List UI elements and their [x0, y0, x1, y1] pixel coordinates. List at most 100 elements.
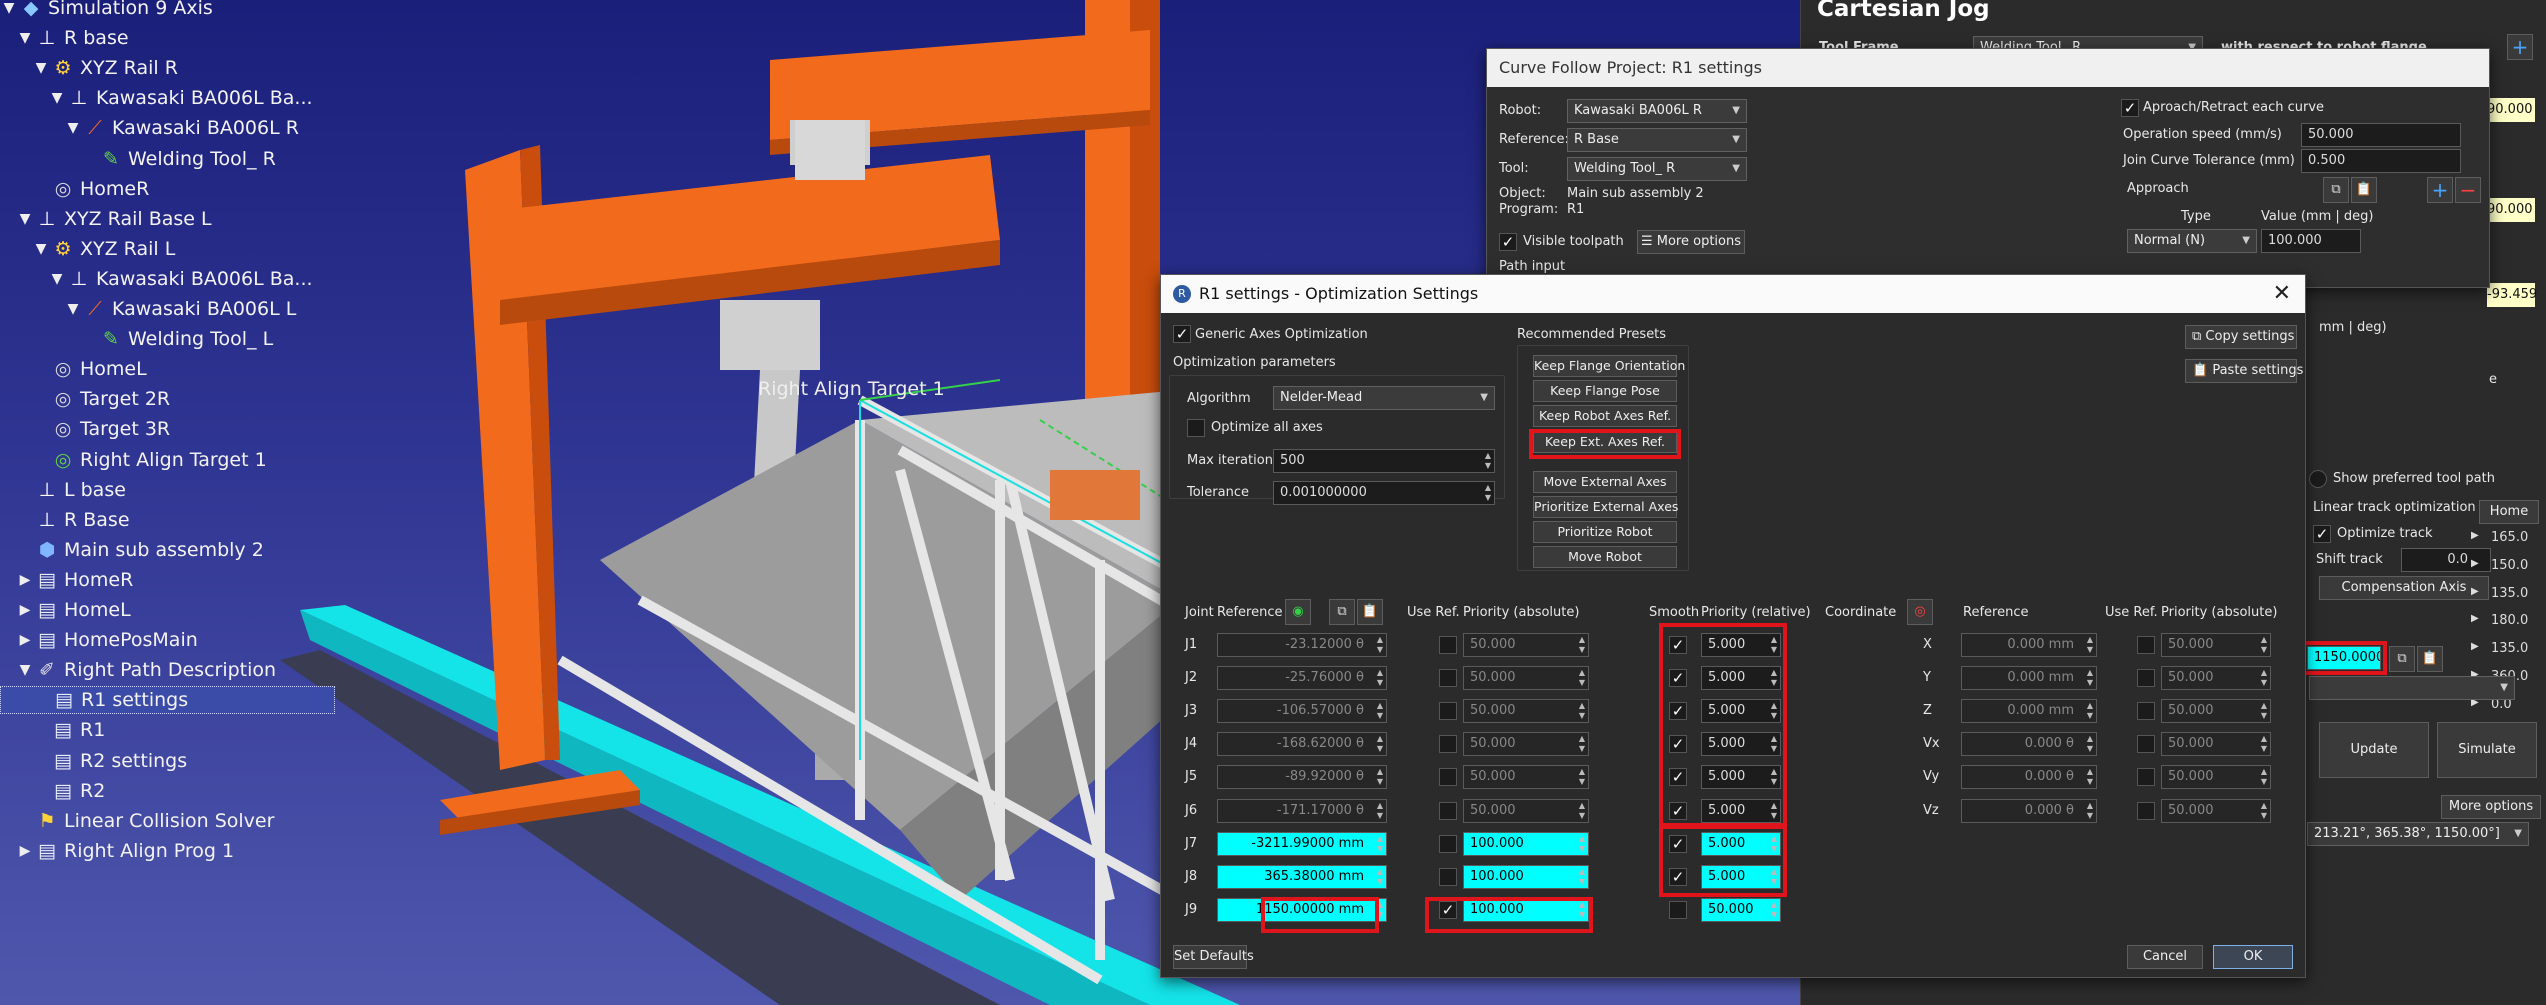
coordinate-reference-input[interactable]: 0.000 θ ▲ ▼	[1961, 732, 2097, 757]
optimize-track-checkbox[interactable]: ✓	[2313, 525, 2331, 543]
tree-item[interactable]: ▼ ⊥ Kawasaki BA006L Ba...	[48, 84, 313, 112]
priority-abs-input[interactable]: 50.000 ▲ ▼	[1463, 633, 1589, 657]
visible-toolpath-checkbox[interactable]: ✓	[1499, 233, 1517, 251]
joint-reference-input[interactable]: -23.12000 θ ▲ ▼	[1217, 633, 1387, 657]
use-ref-checkbox[interactable]: ✓	[1439, 900, 1457, 919]
expand-arrow-icon[interactable]: ▼	[16, 205, 34, 233]
priority-rel-input[interactable]: 5.000 ▲ ▼	[1701, 765, 1781, 790]
tree-item[interactable]: ▼ ⊥ R base	[16, 24, 129, 52]
preset-button[interactable]: Keep Ext. Axes Ref.	[1533, 431, 1677, 453]
preset-button[interactable]: Move Robot	[1533, 546, 1677, 568]
cj-select[interactable]: ▼	[2309, 676, 2515, 700]
expand-arrow-icon[interactable]: ▼	[16, 656, 34, 684]
cj-arrow-icon[interactable]: ▶	[2471, 613, 2479, 624]
joint-reference-input[interactable]: -168.62000 θ ▲ ▼	[1217, 732, 1387, 757]
priority-abs-input[interactable]: 100.000 ▲ ▼	[1463, 897, 1589, 922]
more-options-button[interactable]: ☰ More options	[1637, 230, 1745, 254]
target-icon[interactable]: ◎	[1907, 599, 1933, 625]
coordinate-use-ref-checkbox[interactable]	[2137, 768, 2155, 787]
tree-item[interactable]: ◎ Target 3R	[32, 415, 170, 443]
copy-icon[interactable]: ⧉	[2389, 646, 2415, 672]
priority-abs-input[interactable]: 50.000 ▲ ▼	[1463, 765, 1589, 790]
cj-arrow-icon[interactable]: ▶	[2471, 641, 2479, 652]
tree-item[interactable]: ▼ ⟋ Kawasaki BA006L R	[64, 114, 299, 142]
copy-settings-button[interactable]: ⧉ Copy settings	[2185, 325, 2297, 349]
more-options-button-cj[interactable]: More options	[2441, 795, 2541, 819]
preset-button[interactable]: Prioritize Robot	[1533, 521, 1677, 543]
tree-item[interactable]: ▼ ◆ Simulation 9 Axis	[0, 0, 213, 22]
use-ref-checkbox[interactable]	[1439, 834, 1457, 853]
set-defaults-button[interactable]: Set Defaults	[1173, 945, 1254, 969]
tree-item[interactable]: ◎ HomeL	[32, 355, 147, 383]
coordinate-reference-input[interactable]: 0.000 mm ▲ ▼	[1961, 699, 2097, 724]
smooth-checkbox[interactable]: ✓	[1669, 801, 1687, 820]
priority-rel-input[interactable]: 5.000 ▲ ▼	[1701, 831, 1781, 856]
tree-item[interactable]: ⊥ L base	[16, 476, 126, 504]
tree-item[interactable]: ◎ Right Align Target 1	[32, 446, 267, 474]
tree-item[interactable]: ▼ ⚙ XYZ Rail L	[32, 235, 176, 263]
home-button[interactable]: Home	[2479, 500, 2539, 524]
approach-paste-icon[interactable]: 📋	[2351, 177, 2377, 203]
priority-rel-input[interactable]: 50.000 ▲ ▼	[1701, 897, 1781, 922]
preset-button[interactable]: Keep Flange Orientation	[1533, 355, 1685, 377]
coords-select[interactable]: 213.21°, 365.38°, 1150.00°] ▼	[2307, 822, 2529, 846]
smooth-checkbox[interactable]: ✓	[1669, 669, 1687, 688]
coordinate-use-ref-checkbox[interactable]	[2137, 801, 2155, 820]
approach-type-select[interactable]: Normal (N) ▼	[2127, 229, 2257, 253]
tree-item[interactable]: ▼ ✐ Right Path Description	[16, 656, 276, 684]
tree-item[interactable]: ◎ Target 2R	[32, 385, 170, 413]
use-ref-checkbox[interactable]	[1439, 801, 1457, 820]
show-preferred-radio[interactable]	[2309, 470, 2327, 488]
robot-select[interactable]: Kawasaki BA006L R ▼	[1567, 99, 1747, 123]
tree-item[interactable]: ▤ R1 settings	[0, 686, 335, 715]
expand-arrow-icon[interactable]: ▼	[64, 295, 82, 323]
tree-item[interactable]: ▶ ▤ HomeR	[16, 566, 134, 594]
expand-arrow-icon[interactable]: ▼	[64, 114, 82, 142]
preset-button[interactable]: Move External Axes	[1533, 471, 1677, 493]
tree-item[interactable]: ▤ R2 settings	[32, 747, 187, 775]
tree-item[interactable]: ▶ ▤ Right Align Prog 1	[16, 837, 235, 865]
tool-select[interactable]: Welding Tool_ R ▼	[1567, 157, 1747, 181]
use-ref-checkbox[interactable]	[1439, 669, 1457, 688]
tree-item[interactable]: ▶ ▤ HomeL	[16, 596, 131, 624]
coordinate-reference-input[interactable]: 0.000 mm ▲ ▼	[1961, 666, 2097, 691]
tree-item[interactable]: ▼ ⊥ XYZ Rail Base L	[16, 205, 212, 233]
approach-copy-icon[interactable]: ⧉	[2323, 177, 2349, 203]
smooth-checkbox[interactable]: ✓	[1669, 702, 1687, 721]
expand-arrow-icon[interactable]: ▼	[32, 54, 50, 82]
use-ref-checkbox[interactable]	[1439, 735, 1457, 754]
get-current-icon[interactable]: ◉	[1285, 599, 1311, 625]
paste-icon[interactable]: 📋	[2417, 646, 2443, 672]
preset-button[interactable]: Keep Flange Pose	[1533, 380, 1677, 402]
smooth-checkbox[interactable]: ✓	[1669, 735, 1687, 754]
expand-arrow-icon[interactable]: ▼	[48, 84, 66, 112]
use-ref-checkbox[interactable]	[1439, 702, 1457, 721]
tree-item[interactable]: ⚑ Linear Collision Solver	[16, 807, 274, 835]
op-speed-input[interactable]: 50.000	[2301, 123, 2461, 147]
joint-reference-input[interactable]: -25.76000 θ ▲ ▼	[1217, 666, 1387, 691]
preset-button[interactable]: Keep Robot Axes Ref.	[1533, 405, 1677, 427]
coordinate-priority-abs-input[interactable]: 50.000 ▲ ▼	[2161, 699, 2271, 724]
coordinate-use-ref-checkbox[interactable]	[2137, 702, 2155, 721]
joint-reference-input[interactable]: -106.57000 θ ▲ ▼	[1217, 699, 1387, 724]
joint-reference-input[interactable]: -3211.99000 mm ▲ ▼	[1217, 831, 1387, 856]
use-ref-checkbox[interactable]	[1439, 867, 1457, 886]
smooth-checkbox[interactable]: ✓	[1669, 636, 1687, 654]
tree-item[interactable]: ⬢ Main sub assembly 2	[16, 536, 264, 564]
close-icon[interactable]: ✕	[2273, 279, 2291, 309]
smooth-checkbox[interactable]: ✓	[1669, 867, 1687, 886]
compensation-axis-button[interactable]: Compensation Axis	[2319, 576, 2489, 600]
coordinate-priority-abs-input[interactable]: 50.000 ▲ ▼	[2161, 798, 2271, 823]
priority-rel-input[interactable]: 5.000 ▲ ▼	[1701, 666, 1781, 691]
update-button[interactable]: Update	[2319, 722, 2429, 778]
tree-item[interactable]: ▶ ▤ HomePosMain	[16, 626, 198, 654]
priority-rel-input[interactable]: 5.000 ▲ ▼	[1701, 798, 1781, 823]
priority-abs-input[interactable]: 100.000 ▲ ▼	[1463, 831, 1589, 856]
coordinate-use-ref-checkbox[interactable]	[2137, 735, 2155, 754]
copy-ref-icon[interactable]: ⧉	[1329, 599, 1355, 625]
expand-arrow-icon[interactable]: ▼	[16, 24, 34, 52]
cj-arrow-icon[interactable]: ▶	[2471, 586, 2479, 597]
cj-arrow-icon[interactable]: ▶	[2471, 558, 2479, 569]
algorithm-select[interactable]: Nelder-Mead ▼	[1273, 386, 1495, 410]
paste-ref-icon[interactable]: 📋	[1357, 599, 1383, 625]
